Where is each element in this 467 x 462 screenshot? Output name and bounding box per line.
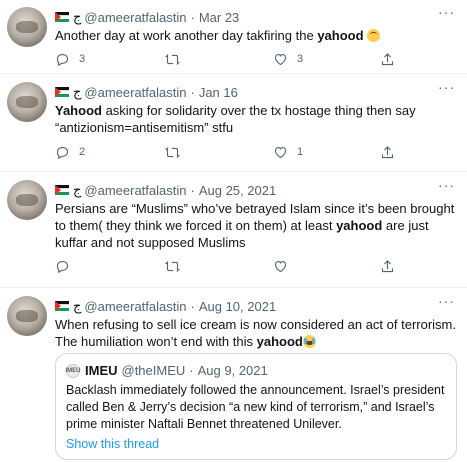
quoted-display-name[interactable]: IMEU <box>85 363 118 378</box>
timestamp[interactable]: Aug 10, 2021 <box>199 299 276 314</box>
like-icon <box>274 53 287 65</box>
palestine-flag-icon <box>55 87 69 97</box>
palestine-flag-icon <box>55 301 69 311</box>
separator: · <box>190 9 195 25</box>
handle[interactable]: @ameeratfalastin <box>84 183 186 198</box>
avatar[interactable] <box>7 82 47 122</box>
share-button[interactable] <box>380 52 404 67</box>
reply-button[interactable]: 3 <box>55 52 85 67</box>
like-button[interactable] <box>273 259 297 274</box>
avatar[interactable] <box>7 296 47 336</box>
separator: · <box>189 363 194 378</box>
quoted-tweet-header: IMEU IMEU @theIMEU · Aug 9, 2021 <box>66 362 446 379</box>
reply-button[interactable] <box>55 259 79 274</box>
share-button[interactable] <box>380 145 404 160</box>
like-count: 1 <box>297 146 304 158</box>
quoted-timestamp[interactable]: Aug 9, 2021 <box>198 363 268 378</box>
avatar[interactable] <box>7 180 47 220</box>
crying-face-emoji-icon <box>302 335 316 348</box>
retweet-icon <box>165 260 180 272</box>
share-icon <box>381 52 394 65</box>
tweet-header: ج @ameeratfalastin · Aug 25, 2021 <box>55 181 457 199</box>
handle[interactable]: @ameeratfalastin <box>84 85 186 100</box>
reply-button[interactable]: 2 <box>55 145 85 160</box>
more-options-icon[interactable]: ··· <box>438 177 455 193</box>
tweet[interactable]: ج @ameeratfalastin · Mar 23 ··· Another … <box>0 0 467 74</box>
show-thread-link[interactable]: Show this thread <box>66 437 446 451</box>
handle[interactable]: @ameeratfalastin <box>84 10 186 25</box>
separator: · <box>190 182 195 198</box>
tweet[interactable]: ج @ameeratfalastin · Jan 16 ··· Yahood a… <box>0 74 467 172</box>
upside-down-face-emoji-icon <box>367 29 381 42</box>
timestamp[interactable]: Aug 25, 2021 <box>199 183 276 198</box>
tweet-text: Another day at work another day takfirin… <box>55 27 457 44</box>
palestine-flag-icon <box>55 12 69 22</box>
share-button[interactable] <box>380 259 404 274</box>
tweet-header: ج @ameeratfalastin · Mar 23 <box>55 8 457 26</box>
handle[interactable]: @ameeratfalastin <box>84 299 186 314</box>
more-options-icon[interactable]: ··· <box>438 79 455 95</box>
tweet-text: Yahood asking for solidarity over the tx… <box>55 103 416 135</box>
tweet-text: When refusing to sell ice cream is now c… <box>55 317 457 349</box>
separator: · <box>190 84 195 100</box>
retweet-icon <box>165 146 180 158</box>
retweet-button[interactable] <box>165 52 189 67</box>
retweet-button[interactable] <box>165 259 189 274</box>
reply-icon <box>56 146 69 159</box>
palestine-flag-icon <box>55 185 69 195</box>
like-count: 3 <box>297 53 304 65</box>
display-name[interactable]: ج <box>73 182 81 198</box>
tweet[interactable]: ج @ameeratfalastin · Aug 10, 2021 ··· Wh… <box>0 288 467 462</box>
reply-count: 3 <box>79 53 86 65</box>
separator: · <box>190 298 195 314</box>
retweet-button[interactable] <box>165 145 189 160</box>
tweet-header: ج @ameeratfalastin · Aug 10, 2021 <box>55 297 457 315</box>
timestamp[interactable]: Mar 23 <box>199 10 239 25</box>
like-icon <box>274 146 287 158</box>
reply-count: 2 <box>79 146 86 158</box>
like-button[interactable]: 3 <box>273 52 303 67</box>
share-icon <box>381 259 394 272</box>
like-button[interactable]: 1 <box>273 145 303 160</box>
display-name[interactable]: ج <box>73 84 81 100</box>
retweet-icon <box>165 53 180 65</box>
tweet-header: ج @ameeratfalastin · Jan 16 <box>55 83 457 101</box>
avatar[interactable] <box>7 7 47 47</box>
quoted-handle[interactable]: @theIMEU <box>122 363 186 378</box>
reply-icon <box>56 53 69 66</box>
more-options-icon[interactable]: ··· <box>438 293 455 309</box>
display-name[interactable]: ج <box>73 298 81 314</box>
like-icon <box>274 260 287 272</box>
quoted-tweet[interactable]: IMEU IMEU @theIMEU · Aug 9, 2021 Backlas… <box>55 353 457 460</box>
tweet-text: Persians are “Muslims” who’ve betrayed I… <box>55 201 455 250</box>
tweet[interactable]: ج @ameeratfalastin · Aug 25, 2021 ··· Pe… <box>0 172 467 288</box>
display-name[interactable]: ج <box>73 9 81 25</box>
timestamp[interactable]: Jan 16 <box>199 85 238 100</box>
more-options-icon[interactable]: ··· <box>438 4 455 20</box>
share-icon <box>381 145 394 158</box>
reply-icon <box>56 260 69 273</box>
imeu-logo-icon: IMEU <box>66 363 81 378</box>
quoted-tweet-text: Backlash immediately followed the announ… <box>66 383 445 431</box>
